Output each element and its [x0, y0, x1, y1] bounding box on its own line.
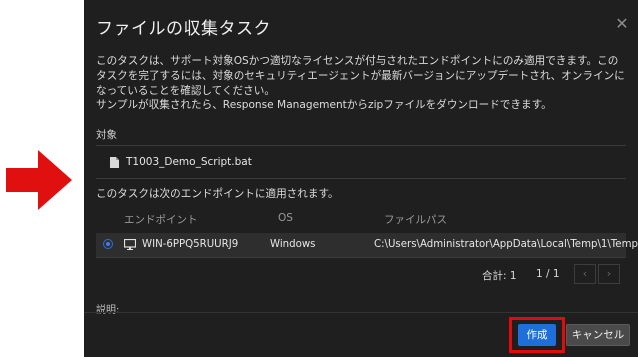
endpoint-os: Windows	[270, 239, 316, 250]
prev-page-button[interactable]: ‹	[574, 264, 596, 284]
close-icon[interactable]: ✕	[614, 16, 630, 32]
download-note: サンプルが収集されたら、Response Managementからzipファイル…	[96, 99, 552, 111]
table-row[interactable]: WIN-6PPQ5RUURJ9 Windows C:\Users\Adminis…	[96, 233, 638, 258]
file-collection-dialog: ファイルの収集タスク ✕ このタスクは、サポート対象OSかつ適切なライセンスが付…	[84, 0, 638, 357]
page-indicator: 1 / 1	[536, 268, 560, 280]
next-page-button[interactable]: ›	[598, 264, 620, 284]
endpoint-file-path: C:\Users\Administrator\AppData\Local\Tem…	[374, 239, 638, 250]
monitor-icon	[124, 239, 136, 250]
dialog-title: ファイルの収集タスク	[96, 19, 271, 39]
create-button[interactable]: 作成	[518, 324, 556, 346]
column-header-endpoint: エンドポイント	[124, 214, 198, 226]
right-arrow-icon	[6, 150, 72, 210]
notes-label: 説明:	[96, 305, 120, 316]
cancel-button[interactable]: キャンセル	[566, 324, 630, 346]
radio-selected-icon[interactable]	[103, 239, 113, 249]
dialog-description: このタスクは、サポート対象OSかつ適切なライセンスが付与されたエンドポイントにの…	[96, 55, 625, 97]
applies-text: このタスクは次のエンドポイントに適用されます。	[96, 188, 339, 200]
total-count: 合計: 1	[482, 270, 517, 282]
endpoint-name: WIN-6PPQ5RUURJ9	[142, 239, 239, 250]
file-icon	[110, 157, 119, 168]
footer-divider	[84, 312, 638, 313]
endpoint-table-header: エンドポイント OS ファイルパス	[96, 205, 626, 231]
target-label: 対象	[96, 129, 117, 141]
column-header-os: OS	[278, 212, 293, 224]
pagination: 合計: 1 1 / 1 ‹ ›	[96, 264, 626, 284]
target-file-row: T1003_Demo_Script.bat	[96, 145, 626, 179]
target-file-name: T1003_Demo_Script.bat	[126, 156, 252, 168]
column-header-filepath: ファイルパス	[384, 214, 447, 226]
